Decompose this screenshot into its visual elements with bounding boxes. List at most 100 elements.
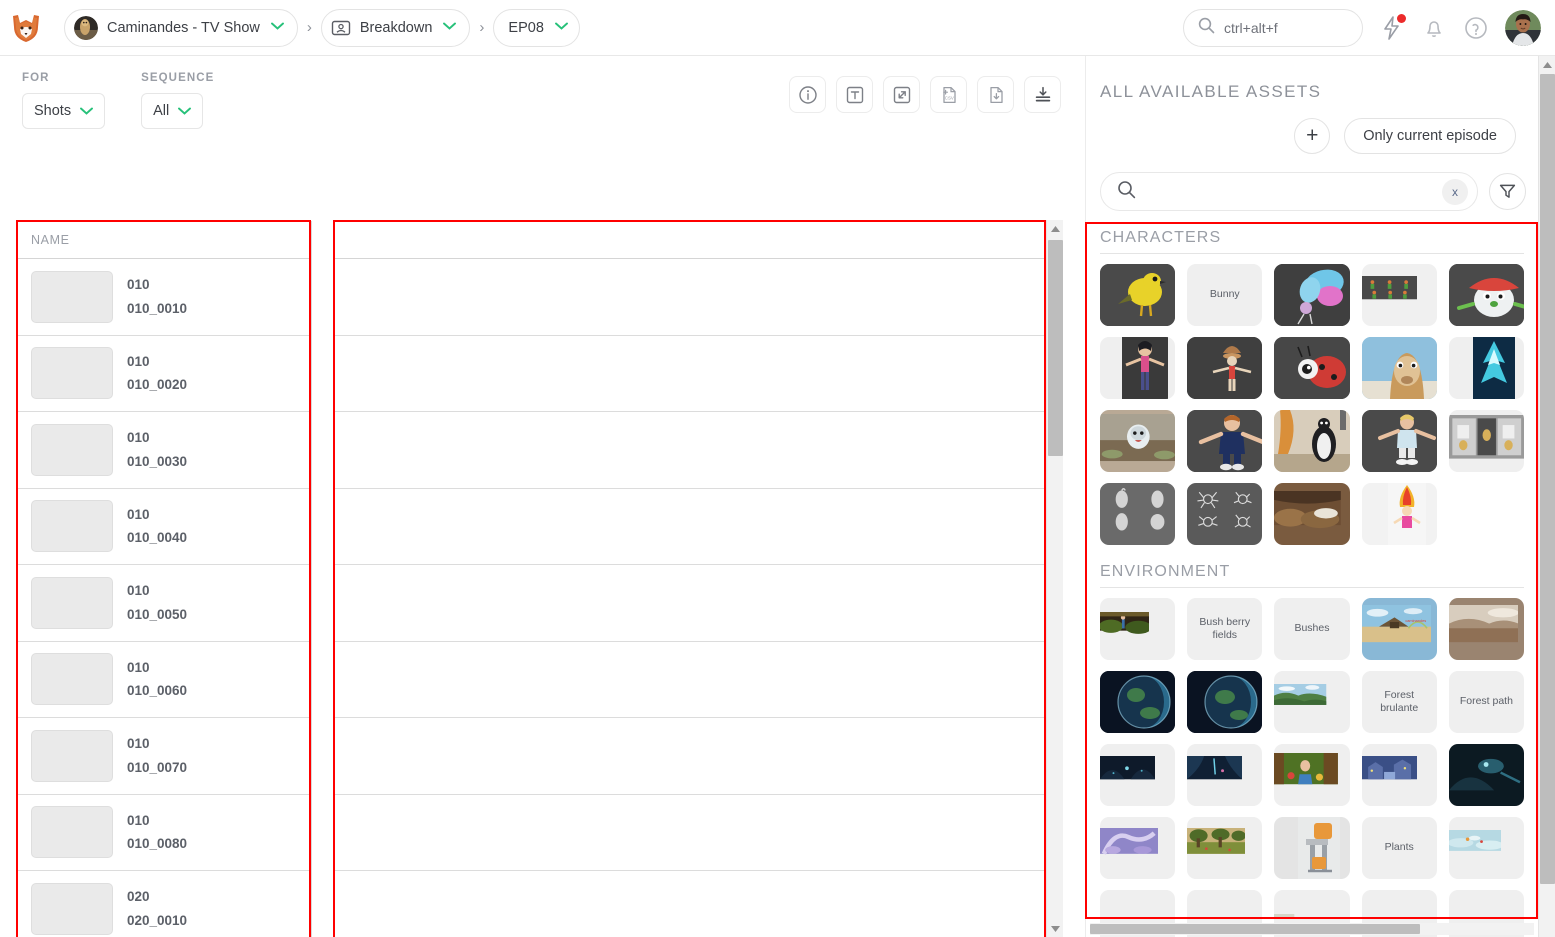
breadcrumb-project[interactable]: Caminandes - TV Show [64, 8, 298, 47]
asset-card[interactable] [1274, 264, 1350, 326]
asset-card[interactable] [1274, 817, 1350, 879]
breakdown-scroll-thumb[interactable] [1048, 240, 1063, 456]
asset-card[interactable] [1448, 598, 1524, 660]
asset-card[interactable]: Forest path [1448, 671, 1524, 733]
asset-card[interactable] [1448, 817, 1524, 879]
asset-card[interactable] [1100, 598, 1176, 660]
filter-icon[interactable] [1489, 173, 1526, 210]
asset-card[interactable] [1361, 744, 1437, 806]
scroll-up-arrow-icon[interactable] [1539, 56, 1555, 73]
asset-card[interactable] [1448, 264, 1524, 326]
assets-grid-row[interactable] [335, 489, 1045, 565]
chevron-down-icon[interactable] [554, 22, 568, 33]
svg-text:caminandes: caminandes [1405, 618, 1426, 623]
asset-card[interactable] [1100, 671, 1176, 733]
asset-card[interactable]: Bunny [1187, 264, 1263, 326]
help-icon[interactable] [1463, 15, 1489, 41]
fox-logo-icon[interactable] [6, 8, 46, 48]
asset-card[interactable] [1361, 410, 1437, 472]
asset-card[interactable] [1274, 483, 1350, 545]
bell-icon[interactable] [1421, 15, 1447, 41]
assets-grid-row[interactable] [335, 336, 1045, 412]
table-row[interactable]: 010 010_0030 [18, 412, 311, 489]
assets-grid-row[interactable] [335, 795, 1045, 871]
svg-text:CSV: CSV [944, 95, 953, 100]
asset-card[interactable] [1274, 744, 1350, 806]
assets-scroll-thumb[interactable] [1540, 74, 1555, 884]
asset-card[interactable] [1274, 337, 1350, 399]
global-search-input[interactable] [1224, 19, 1348, 36]
bolt-icon[interactable] [1379, 13, 1406, 41]
assets-grid-row[interactable] [335, 871, 1045, 937]
breadcrumb-breakdown[interactable]: Breakdown [320, 8, 471, 47]
breakdown-action-icons: CSV [789, 76, 1061, 113]
chevron-down-icon[interactable] [270, 22, 284, 33]
table-row[interactable]: 010 010_0020 [18, 336, 311, 412]
table-row[interactable]: 010 010_0060 [18, 642, 311, 718]
table-row[interactable]: 010 010_0070 [18, 718, 311, 795]
asset-card[interactable] [1274, 671, 1350, 733]
table-row[interactable]: 010 010_0080 [18, 795, 311, 871]
clear-search-button[interactable]: x [1442, 178, 1468, 205]
asset-card[interactable] [1361, 483, 1437, 545]
user-avatar[interactable] [1505, 9, 1541, 46]
top-bar: Caminandes - TV Show › Breakdown › EP08 [0, 0, 1555, 56]
table-row[interactable]: 010 010_0050 [18, 565, 311, 642]
asset-card[interactable] [1448, 337, 1524, 399]
asset-card[interactable] [1187, 671, 1263, 733]
assets-vertical-scrollbar[interactable] [1538, 56, 1555, 937]
asset-card[interactable] [1274, 410, 1350, 472]
text-box-icon[interactable] [836, 76, 873, 113]
asset-card[interactable]: Bushes [1274, 598, 1350, 660]
sequence-filter-select[interactable]: All [141, 93, 204, 129]
assets-hscroll-thumb[interactable] [1090, 924, 1420, 934]
add-asset-button[interactable]: + [1294, 118, 1331, 154]
table-row[interactable]: 020 020_0010 [18, 871, 311, 937]
assets-search-input[interactable] [1146, 183, 1432, 200]
csv-import-icon[interactable]: CSV [930, 76, 967, 113]
shot-name: 010_0070 [127, 759, 188, 775]
asset-card[interactable] [1100, 337, 1176, 399]
sequence-filter-group: SEQUENCE All [141, 72, 214, 129]
asset-card[interactable] [1100, 264, 1176, 326]
asset-card[interactable] [1100, 817, 1176, 879]
asset-card[interactable] [1187, 817, 1263, 879]
assets-grid-row[interactable] [335, 412, 1045, 489]
asset-card[interactable] [1187, 410, 1263, 472]
only-current-episode-button[interactable]: Only current episode [1344, 118, 1516, 154]
assets-horizontal-scrollbar[interactable] [1090, 923, 1534, 935]
scroll-up-arrow-icon[interactable] [1047, 220, 1063, 237]
import-tray-icon[interactable] [1024, 76, 1061, 113]
chevron-down-icon[interactable] [443, 22, 457, 33]
asset-card[interactable] [1361, 337, 1437, 399]
asset-card[interactable]: Plants [1361, 817, 1437, 879]
asset-card[interactable] [1187, 483, 1263, 545]
asset-card[interactable]: Bush berry fields [1187, 598, 1263, 660]
scroll-down-arrow-icon[interactable] [1047, 920, 1064, 937]
asset-card[interactable] [1100, 483, 1176, 545]
asset-card[interactable] [1100, 410, 1176, 472]
assets-grid-row[interactable] [335, 259, 1045, 336]
asset-card[interactable] [1187, 337, 1263, 399]
expand-icon[interactable] [883, 76, 920, 113]
asset-card[interactable]: Forest brulante [1361, 671, 1437, 733]
assets-search-field[interactable]: x [1100, 172, 1478, 211]
breadcrumb-episode[interactable]: EP08 [493, 8, 580, 47]
asset-card[interactable] [1448, 744, 1524, 806]
assets-grid-row[interactable] [335, 718, 1045, 795]
assets-grid-row[interactable] [335, 565, 1045, 642]
table-row[interactable]: 010 010_0040 [18, 489, 311, 565]
asset-card[interactable] [1361, 264, 1437, 326]
table-row[interactable]: 010 010_0010 [18, 259, 311, 336]
breakdown-vertical-scrollbar[interactable] [1046, 220, 1063, 937]
asset-card[interactable]: caminandes [1361, 598, 1437, 660]
file-download-icon[interactable] [977, 76, 1014, 113]
asset-card[interactable] [1187, 744, 1263, 806]
shot-labels: 010 010_0030 [127, 426, 187, 473]
asset-card[interactable] [1448, 410, 1524, 472]
asset-card[interactable] [1100, 744, 1176, 806]
assets-grid-row[interactable] [335, 642, 1045, 718]
for-filter-select[interactable]: Shots [22, 93, 106, 129]
info-icon[interactable] [789, 76, 826, 113]
global-search[interactable] [1183, 8, 1363, 47]
